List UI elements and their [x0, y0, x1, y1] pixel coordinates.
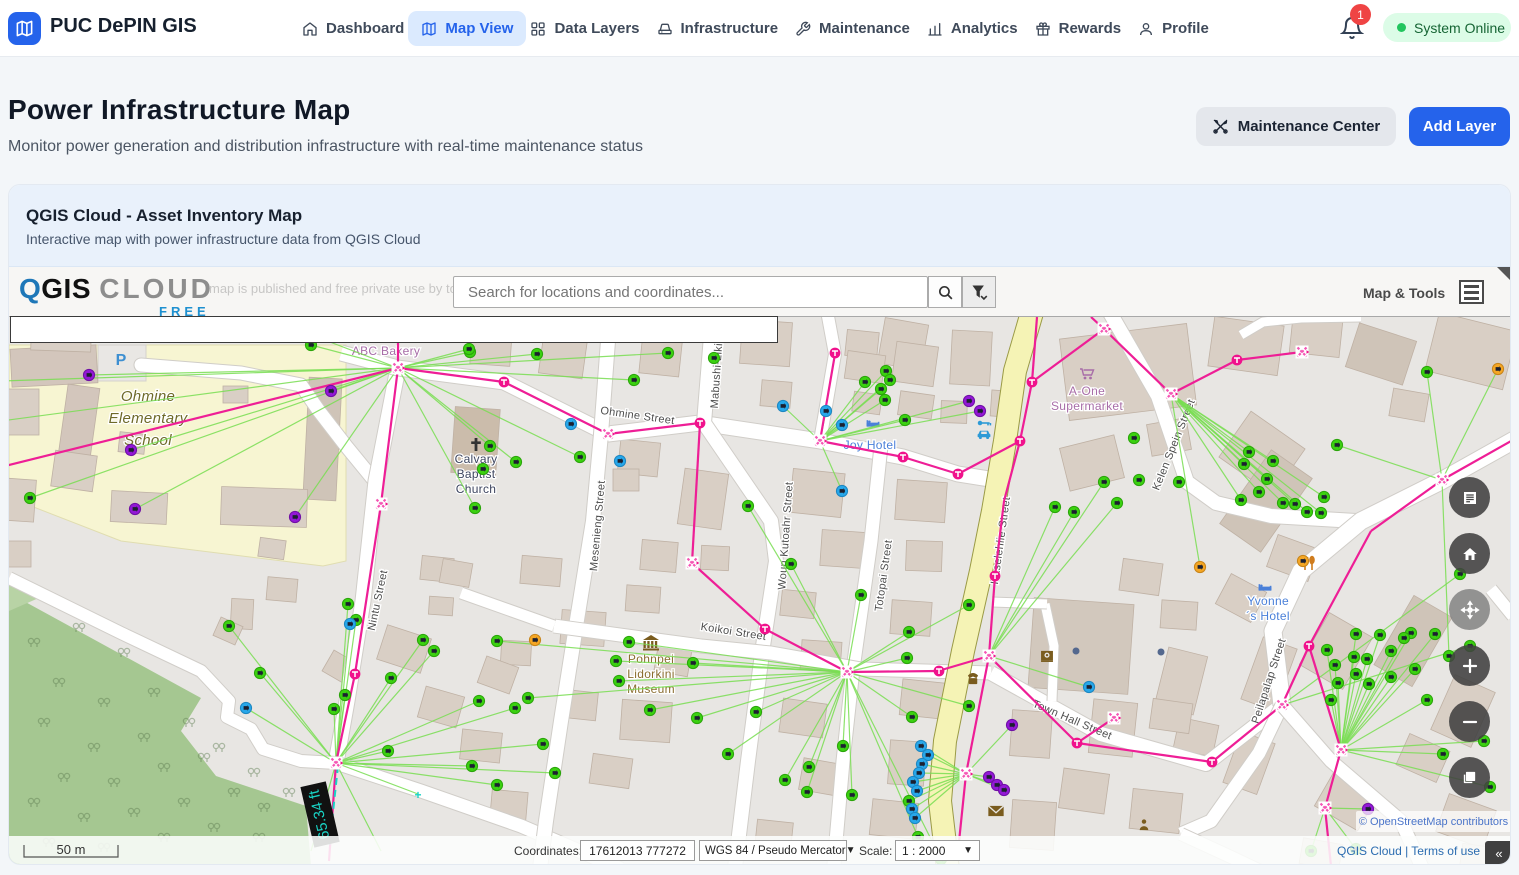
svg-text:Baptist: Baptist [457, 467, 496, 481]
svg-text:+: + [414, 788, 421, 802]
svg-text:´s Hotel: ´s Hotel [1246, 609, 1290, 623]
svg-text:Elementary: Elementary [109, 410, 189, 427]
svg-text:Supermarket: Supermarket [1051, 399, 1123, 413]
svg-text:50 m: 50 m [57, 842, 86, 857]
svg-text:ABC Bakery: ABC Bakery [352, 344, 420, 358]
svg-text:Ohmine: Ohmine [121, 388, 175, 405]
svg-text:A-One: A-One [1069, 384, 1105, 398]
svg-text:P: P [116, 352, 127, 369]
svg-text:Calvary: Calvary [455, 452, 498, 466]
svg-text:Yvonne: Yvonne [1247, 594, 1289, 608]
